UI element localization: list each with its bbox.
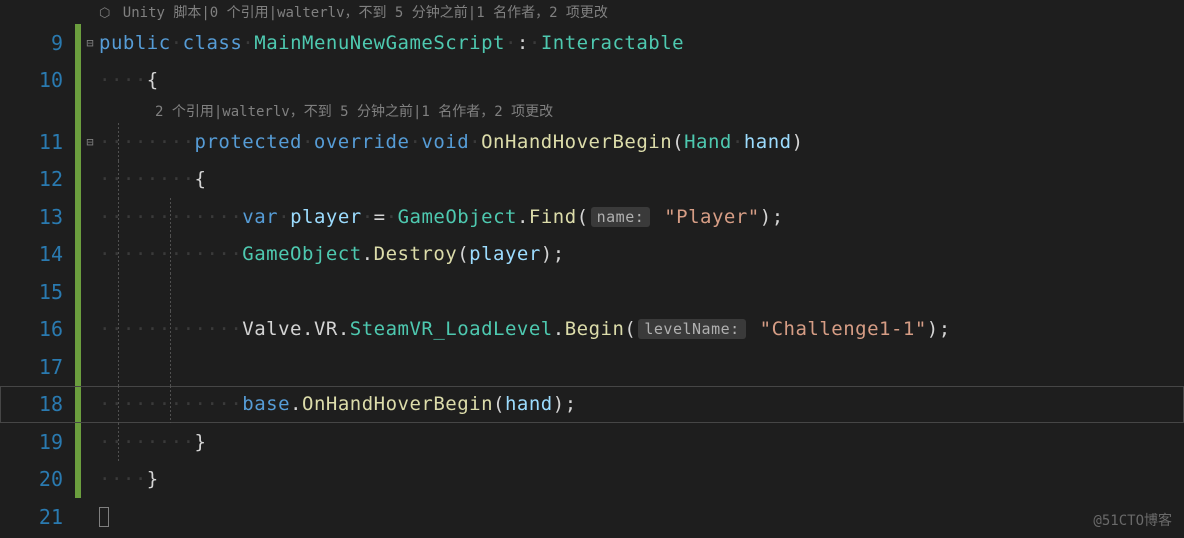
line-number: 17 <box>0 355 75 379</box>
line-number: 9 <box>0 31 75 55</box>
change-indicator <box>75 311 81 349</box>
change-indicator <box>75 161 81 199</box>
code-line[interactable]: 12 ········{ <box>0 161 1184 199</box>
line-number: 21 <box>0 505 75 529</box>
code-line[interactable]: 9 ⊟ public·class·MainMenuNewGameScript·:… <box>0 24 1184 62</box>
line-number: 18 <box>0 392 75 416</box>
code-line[interactable]: 10 ····{ <box>0 62 1184 100</box>
code-line[interactable]: 11 ⊟ ········protected·override·void·OnH… <box>0 123 1184 161</box>
change-indicator <box>75 62 81 100</box>
code-line[interactable]: 17 <box>0 348 1184 386</box>
line-number: 20 <box>0 467 75 491</box>
line-number: 10 <box>0 68 75 92</box>
code-line[interactable]: 16 ············Valve.VR.SteamVR_LoadLeve… <box>0 311 1184 349</box>
code-line[interactable]: 21 <box>0 498 1184 536</box>
change-indicator <box>75 348 81 386</box>
change-indicator <box>75 273 81 311</box>
code-line[interactable]: 13 ············var·player·=·GameObject.F… <box>0 198 1184 236</box>
change-indicator <box>75 386 81 424</box>
code-line[interactable]: 14 ············GameObject.Destroy(player… <box>0 236 1184 274</box>
line-number: 15 <box>0 280 75 304</box>
code-editor[interactable]: ⬡ Unity 脚本|0 个引用|walterlv，不到 5 分钟之前|1 名作… <box>0 0 1184 538</box>
line-number: 11 <box>0 130 75 154</box>
codelens-text[interactable]: 2 个引用|walterlv，不到 5 分钟之前|1 名作者，2 项更改 <box>99 101 553 121</box>
codelens-text[interactable]: ⬡ Unity 脚本|0 个引用|walterlv，不到 5 分钟之前|1 名作… <box>99 2 608 22</box>
unity-icon: ⬡ <box>99 6 110 21</box>
line-number: 13 <box>0 205 75 229</box>
code-line[interactable]: 19 ········} <box>0 423 1184 461</box>
change-indicator <box>75 198 81 236</box>
change-indicator <box>75 461 81 499</box>
cursor-caret <box>99 507 109 527</box>
change-indicator <box>75 423 81 461</box>
inline-hint: name: <box>591 207 651 227</box>
code-line-active[interactable]: 18 ············base.OnHandHoverBegin(han… <box>0 386 1184 424</box>
fold-toggle[interactable]: ⊟ <box>81 36 99 50</box>
line-number: 14 <box>0 242 75 266</box>
codelens-row: 2 个引用|walterlv，不到 5 分钟之前|1 名作者，2 项更改 <box>0 99 1184 123</box>
code-line[interactable]: 20 ····} <box>0 461 1184 499</box>
change-indicator <box>75 236 81 274</box>
line-number: 12 <box>0 167 75 191</box>
line-number: 16 <box>0 317 75 341</box>
line-number: 19 <box>0 430 75 454</box>
watermark: @51CTO博客 <box>1093 510 1172 530</box>
codelens-row: ⬡ Unity 脚本|0 个引用|walterlv，不到 5 分钟之前|1 名作… <box>0 0 1184 24</box>
fold-toggle[interactable]: ⊟ <box>81 135 99 149</box>
inline-hint: levelName: <box>638 319 745 339</box>
code-line[interactable]: 15 <box>0 273 1184 311</box>
